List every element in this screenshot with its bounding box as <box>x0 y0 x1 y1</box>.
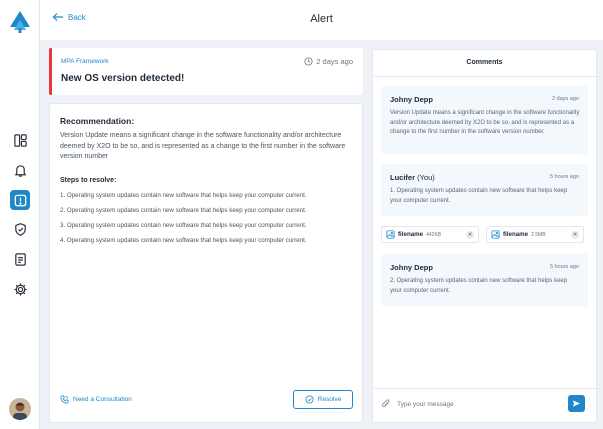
comment-text: Version Update means a significant chang… <box>390 110 580 135</box>
logo-icon <box>10 11 30 33</box>
recommendation-body: Version Update means a significant chang… <box>60 132 346 160</box>
comment-author-name: Lucifer <box>390 173 416 182</box>
comment-item: Johny Depp 2 days ago Version Update mea… <box>381 86 588 154</box>
comment-text: 1. Operating system updates contain new … <box>390 188 568 204</box>
comments-panel: Comments Johny Depp 2 days ago Version U… <box>372 49 597 423</box>
comment-author: Lucifer (You) <box>390 173 435 182</box>
steps-heading: Steps to resolve: <box>60 177 117 184</box>
comment-text: 2. Operating system updates contain new … <box>390 278 568 294</box>
dashboard-icon[interactable] <box>10 130 30 150</box>
recommendation-card: Recommendation: Version Update means a s… <box>49 103 363 423</box>
comment-author-suffix: (You) <box>417 173 435 182</box>
attach-icon[interactable] <box>381 399 391 409</box>
header: Back Alert <box>40 0 603 40</box>
attachment-name: filename <box>503 231 529 238</box>
comment-time: 2 days ago <box>552 96 579 102</box>
attachment-size: 2.5MB <box>531 231 546 238</box>
resolve-button[interactable]: Resolve <box>293 390 353 409</box>
resolve-label: Resolve <box>317 396 342 403</box>
close-icon[interactable]: ✕ <box>466 230 474 239</box>
alert-source[interactable]: MPA Framework <box>61 58 109 65</box>
step-item: 2. Operating system updates contain new … <box>60 207 307 214</box>
alert-icon[interactable] <box>10 190 30 210</box>
alert-time-text: 2 days ago <box>316 57 353 66</box>
page-title: Alert <box>310 13 333 25</box>
sidebar <box>0 0 40 429</box>
comment-author: Johny Depp <box>390 95 433 104</box>
recommendation-heading: Recommendation: <box>60 116 135 126</box>
consultation-label: Need a Consultation <box>73 396 132 403</box>
clock-icon <box>304 57 313 66</box>
comment-time: 5 hours ago <box>549 264 579 270</box>
comment-author: Johny Depp <box>390 263 433 272</box>
alert-time: 2 days ago <box>304 57 353 66</box>
divider <box>373 388 596 389</box>
comment-item: Johny Depp 5 hours ago 2. Operating syst… <box>381 254 588 306</box>
alert-card: MPA Framework New OS version detected! 2… <box>49 48 363 95</box>
phone-icon <box>60 395 69 404</box>
shield-icon[interactable] <box>10 219 30 239</box>
check-circle-icon <box>305 395 314 404</box>
divider <box>373 76 596 77</box>
send-button[interactable] <box>568 395 585 412</box>
gear-icon[interactable] <box>10 279 30 299</box>
attachment-chip[interactable]: filename 2.5MB ✕ <box>486 226 584 243</box>
comments-title: Comments <box>466 59 503 66</box>
send-icon <box>572 400 581 407</box>
step-item: 1. Operating system updates contain new … <box>60 192 307 199</box>
step-item: 4. Operating system updates contain new … <box>60 237 307 244</box>
comment-time: 5 hours ago <box>549 174 579 180</box>
image-icon <box>386 230 395 239</box>
steps-list: 1. Operating system updates contain new … <box>60 192 307 252</box>
step-item: 3. Operating system updates contain new … <box>60 222 307 229</box>
alert-title: New OS version detected! <box>61 73 185 84</box>
close-icon[interactable]: ✕ <box>571 230 579 239</box>
comment-item: Lucifer (You) 5 hours ago 1. Operating s… <box>381 164 588 216</box>
attachment-size: 442KB <box>426 231 442 238</box>
consultation-link[interactable]: Need a Consultation <box>60 395 132 404</box>
attachment-name: filename <box>398 231 424 238</box>
document-icon[interactable] <box>10 249 30 269</box>
attachment-chip[interactable]: filename 442KB ✕ <box>381 226 479 243</box>
image-icon <box>491 230 500 239</box>
message-input[interactable] <box>397 396 557 412</box>
avatar[interactable] <box>9 398 31 420</box>
bell-icon[interactable] <box>10 160 30 180</box>
